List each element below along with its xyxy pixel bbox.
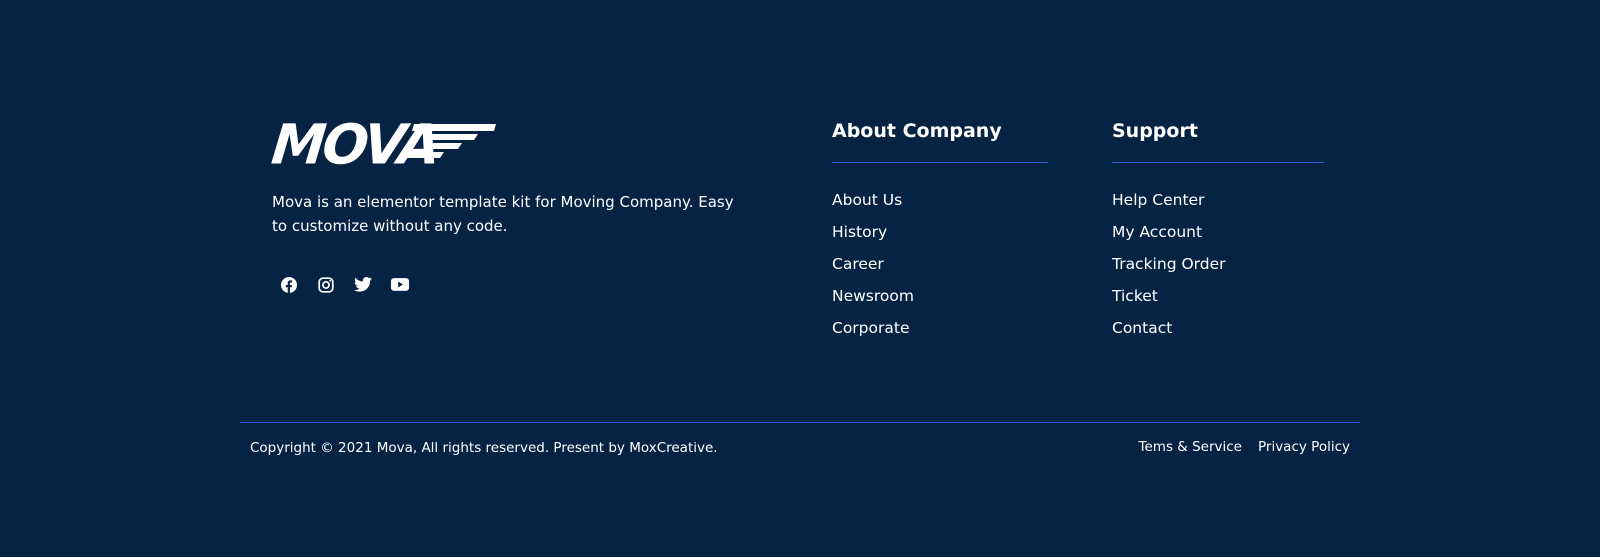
support-divider: [1112, 162, 1324, 163]
about-company-column: About Company About Us History Career Ne…: [832, 118, 1048, 349]
link-help-center[interactable]: Help Center: [1112, 189, 1324, 221]
link-contact[interactable]: Contact: [1112, 317, 1324, 349]
about-divider: [832, 162, 1048, 163]
about-links-list: About Us History Career Newsroom Corpora…: [832, 189, 1048, 349]
privacy-link[interactable]: Privacy Policy: [1258, 437, 1350, 457]
logo-wordmark: MOVA: [268, 112, 442, 177]
bottom-divider: [240, 422, 1360, 423]
support-column: Support Help Center My Account Tracking …: [1112, 118, 1324, 349]
support-heading: Support: [1112, 120, 1198, 142]
link-ticket[interactable]: Ticket: [1112, 285, 1324, 317]
link-tracking-order[interactable]: Tracking Order: [1112, 253, 1324, 285]
support-links-list: Help Center My Account Tracking Order Ti…: [1112, 189, 1324, 349]
youtube-icon: [390, 278, 409, 291]
youtube-link[interactable]: [389, 274, 410, 295]
instagram-icon: [317, 276, 334, 293]
social-links: [278, 274, 772, 295]
legal-links: Tems & Service Privacy Policy: [1139, 437, 1350, 457]
link-history[interactable]: History: [832, 221, 1048, 253]
facebook-link[interactable]: [278, 274, 299, 295]
instagram-link[interactable]: [315, 274, 336, 295]
link-career[interactable]: Career: [832, 253, 1048, 285]
link-newsroom[interactable]: Newsroom: [832, 285, 1048, 317]
footer-brand: MOVA Mova is an elementor template kit f…: [268, 112, 772, 295]
brand-description: Mova is an elementor template kit for Mo…: [272, 193, 734, 235]
link-corporate[interactable]: Corporate: [832, 317, 1048, 349]
site-footer: MOVA Mova is an elementor template kit f…: [0, 0, 1600, 557]
facebook-icon: [280, 276, 297, 293]
link-about-us[interactable]: About Us: [832, 189, 1048, 221]
twitter-link[interactable]: [352, 274, 373, 295]
twitter-icon: [353, 277, 372, 292]
mova-logo[interactable]: MOVA: [268, 112, 772, 177]
about-company-heading: About Company: [832, 120, 1002, 142]
link-my-account[interactable]: My Account: [1112, 221, 1324, 253]
terms-link[interactable]: Tems & Service: [1139, 437, 1242, 457]
copyright-text: Copyright © 2021 Mova, All rights reserv…: [250, 440, 718, 456]
